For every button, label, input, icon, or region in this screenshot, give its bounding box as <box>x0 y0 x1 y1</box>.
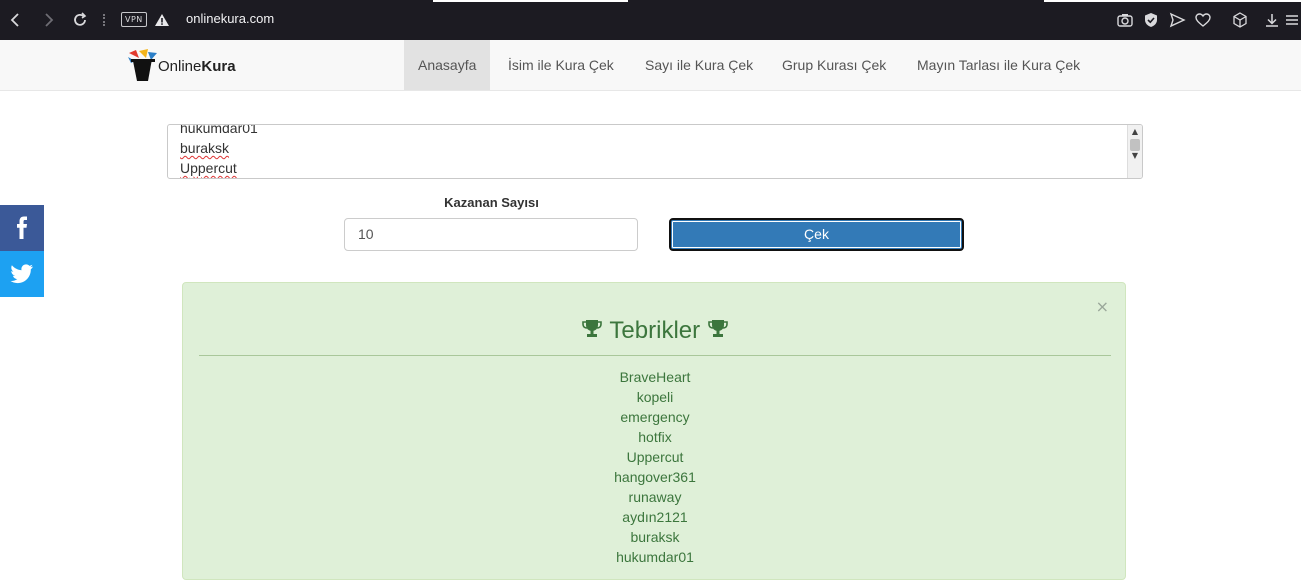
nav-number-draw[interactable]: Sayı ile Kura Çek <box>631 40 767 90</box>
menu-icon[interactable] <box>1283 11 1301 29</box>
scroll-down-icon[interactable]: ▼ <box>1130 151 1140 161</box>
winner-count-input[interactable]: 10 <box>344 218 638 251</box>
heart-icon[interactable] <box>1194 11 1212 29</box>
site-logo[interactable]: OnlineKura <box>126 49 246 83</box>
tab-indicator-2 <box>1044 0 1301 2</box>
forward-icon[interactable] <box>38 10 58 30</box>
name-line: hukumdar01 <box>180 124 258 136</box>
logo-text-part2: Kura <box>201 58 236 75</box>
twitter-icon <box>10 264 34 284</box>
winner-item: Uppercut <box>626 449 684 465</box>
logo-text-part1: Online <box>158 58 202 75</box>
name-line: Uppercut <box>180 160 237 176</box>
winner-item: aydın2121 <box>622 509 688 525</box>
divider <box>199 355 1111 356</box>
result-title: Tebrikler <box>183 317 1127 345</box>
winner-item: hukumdar01 <box>616 549 694 565</box>
winner-item: hotfix <box>638 429 672 445</box>
browser-toolbar: VPN onlinekura.com <box>0 0 1301 40</box>
shield-icon[interactable] <box>1142 11 1160 29</box>
tab-indicator <box>433 0 628 2</box>
camera-icon[interactable] <box>1116 11 1134 29</box>
logo-hat-icon <box>128 49 157 81</box>
winner-item: buraksk <box>630 529 680 545</box>
draw-button[interactable]: Çek <box>669 218 964 251</box>
result-title-text: Tebrikler <box>609 317 701 344</box>
nav-home[interactable]: Anasayfa <box>404 40 491 90</box>
cube-icon[interactable] <box>1231 11 1249 29</box>
download-icon[interactable] <box>1263 11 1281 29</box>
names-textarea[interactable]: hukumdar01 buraksk Uppercut ▲ ▼ <box>167 124 1143 179</box>
warning-icon[interactable] <box>154 12 170 28</box>
send-icon[interactable] <box>1168 11 1186 29</box>
nav-minefield-draw[interactable]: Mayın Tarlası ile Kura Çek <box>903 40 1094 90</box>
textarea-scrollbar[interactable]: ▲ ▼ <box>1127 125 1142 178</box>
nav-group-draw[interactable]: Grup Kurası Çek <box>768 40 900 90</box>
winner-item: runaway <box>628 489 682 505</box>
site-navbar: OnlineKura Anasayfa İsim ile Kura Çek Sa… <box>0 40 1301 91</box>
name-line: buraksk <box>180 140 230 156</box>
nav-name-draw[interactable]: İsim ile Kura Çek <box>494 40 628 90</box>
winner-count-label: Kazanan Sayısı <box>444 195 539 210</box>
trophy-icon <box>582 320 602 337</box>
back-icon[interactable] <box>6 10 26 30</box>
scroll-thumb[interactable] <box>1130 139 1140 151</box>
reload-icon[interactable] <box>70 10 90 30</box>
facebook-icon <box>17 216 27 239</box>
toolbar-separator <box>103 14 107 26</box>
address-bar[interactable]: onlinekura.com <box>186 11 274 26</box>
winner-item: kopeli <box>636 389 674 405</box>
winner-item: hangover361 <box>614 469 696 485</box>
winner-item: BraveHeart <box>619 369 691 385</box>
result-alert: × Tebrikler BraveHeart kopeli emergency … <box>182 282 1126 580</box>
trophy-icon <box>707 320 728 337</box>
facebook-share-button[interactable] <box>0 205 44 251</box>
twitter-share-button[interactable] <box>0 251 44 297</box>
scroll-up-icon[interactable]: ▲ <box>1130 127 1140 137</box>
winner-item: emergency <box>620 409 690 425</box>
vpn-badge[interactable]: VPN <box>121 12 147 27</box>
close-icon[interactable]: × <box>1096 299 1109 315</box>
winners-list: BraveHeart kopeli emergency hotfix Upper… <box>183 367 1127 567</box>
